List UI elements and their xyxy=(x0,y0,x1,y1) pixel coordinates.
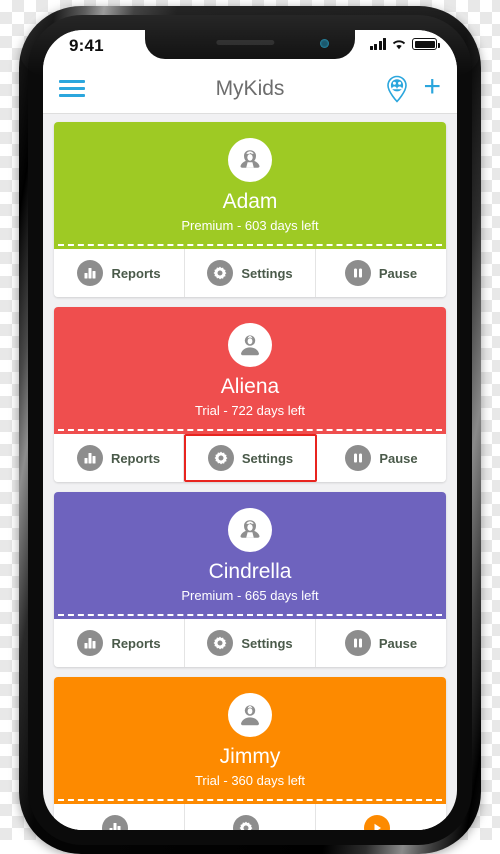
app-header: MyKids + xyxy=(43,64,457,114)
family-locator-pin-icon[interactable] xyxy=(385,75,409,103)
bar-chart-icon xyxy=(77,630,103,656)
kid-action-row xyxy=(54,804,446,830)
action-button-bar-chart[interactable]: Reports xyxy=(54,619,185,667)
gear-icon xyxy=(207,630,233,656)
gear-icon xyxy=(207,260,233,286)
bar-chart-icon xyxy=(77,445,103,471)
girl-avatar-icon xyxy=(228,508,272,552)
phone-frame: 9:41 MyKids xyxy=(19,6,481,854)
kid-card-header[interactable]: Jimmy Trial - 360 days left xyxy=(54,677,446,804)
boy-avatar-icon xyxy=(228,323,272,367)
kid-card[interactable]: Cindrella Premium - 665 days left Reports S… xyxy=(54,492,446,667)
earpiece-speaker xyxy=(216,40,274,45)
kid-card[interactable]: Aliena Trial - 722 days left Reports Settin… xyxy=(54,307,446,482)
kid-plan-status: Premium - 665 days left xyxy=(64,588,436,607)
boy-avatar-icon xyxy=(228,693,272,737)
pause-icon xyxy=(345,445,371,471)
screen-notch xyxy=(145,30,355,59)
gear-icon xyxy=(208,445,234,471)
kid-name: Adam xyxy=(64,190,436,214)
kid-action-row: Reports Settings Pause xyxy=(54,249,446,297)
action-button-pause[interactable]: Pause xyxy=(317,434,446,482)
action-label: Settings xyxy=(242,451,293,466)
front-camera-icon xyxy=(320,39,329,48)
action-button-pause[interactable]: Pause xyxy=(316,249,446,297)
gear-icon xyxy=(233,815,259,830)
kid-name: Aliena xyxy=(64,375,436,399)
action-button-bar-chart[interactable] xyxy=(54,804,185,830)
pause-icon xyxy=(345,630,371,656)
pause-icon xyxy=(345,260,371,286)
status-bar: 9:41 xyxy=(43,30,457,64)
action-button-gear[interactable] xyxy=(185,804,316,830)
action-label: Pause xyxy=(379,266,417,281)
resume-icon xyxy=(364,815,390,830)
action-button-bar-chart[interactable]: Reports xyxy=(54,434,184,482)
girl-avatar-icon xyxy=(228,138,272,182)
action-label: Reports xyxy=(111,451,160,466)
action-label: Settings xyxy=(241,636,292,651)
kid-action-row: Reports Settings Pause xyxy=(54,434,446,482)
hamburger-menu-icon[interactable] xyxy=(59,80,85,97)
kid-name: Cindrella xyxy=(64,560,436,584)
add-kid-button[interactable]: + xyxy=(423,72,441,106)
kid-action-row: Reports Settings Pause xyxy=(54,619,446,667)
kid-name: Jimmy xyxy=(64,745,436,769)
kid-card-header[interactable]: Adam Premium - 603 days left xyxy=(54,122,446,249)
action-button-gear[interactable]: Settings xyxy=(185,249,316,297)
kid-plan-status: Premium - 603 days left xyxy=(64,218,436,237)
cellular-signal-icon xyxy=(370,38,387,50)
kid-plan-status: Trial - 722 days left xyxy=(64,403,436,422)
app-header-actions: + xyxy=(385,72,441,106)
action-label: Reports xyxy=(111,266,160,281)
status-indicators xyxy=(370,38,438,50)
action-label: Pause xyxy=(379,636,417,651)
wifi-icon xyxy=(391,38,407,50)
bar-chart-icon xyxy=(102,815,128,830)
bar-chart-icon xyxy=(77,260,103,286)
action-button-gear[interactable]: Settings xyxy=(184,434,317,482)
kid-card-header[interactable]: Cindrella Premium - 665 days left xyxy=(54,492,446,619)
action-button-bar-chart[interactable]: Reports xyxy=(54,249,185,297)
status-clock: 9:41 xyxy=(69,36,104,56)
kid-plan-status: Trial - 360 days left xyxy=(64,773,436,792)
action-label: Pause xyxy=(379,451,417,466)
phone-screen: 9:41 MyKids xyxy=(43,30,457,830)
action-button-gear[interactable]: Settings xyxy=(185,619,316,667)
action-label: Settings xyxy=(241,266,292,281)
kid-card[interactable]: Adam Premium - 603 days left Reports Settin… xyxy=(54,122,446,297)
action-button-resume[interactable] xyxy=(316,804,446,830)
kids-list[interactable]: Adam Premium - 603 days left Reports Settin… xyxy=(43,114,457,830)
kid-card[interactable]: Jimmy Trial - 360 days left xyxy=(54,677,446,830)
action-button-pause[interactable]: Pause xyxy=(316,619,446,667)
kid-card-header[interactable]: Aliena Trial - 722 days left xyxy=(54,307,446,434)
battery-full-icon xyxy=(412,38,437,50)
action-label: Reports xyxy=(111,636,160,651)
